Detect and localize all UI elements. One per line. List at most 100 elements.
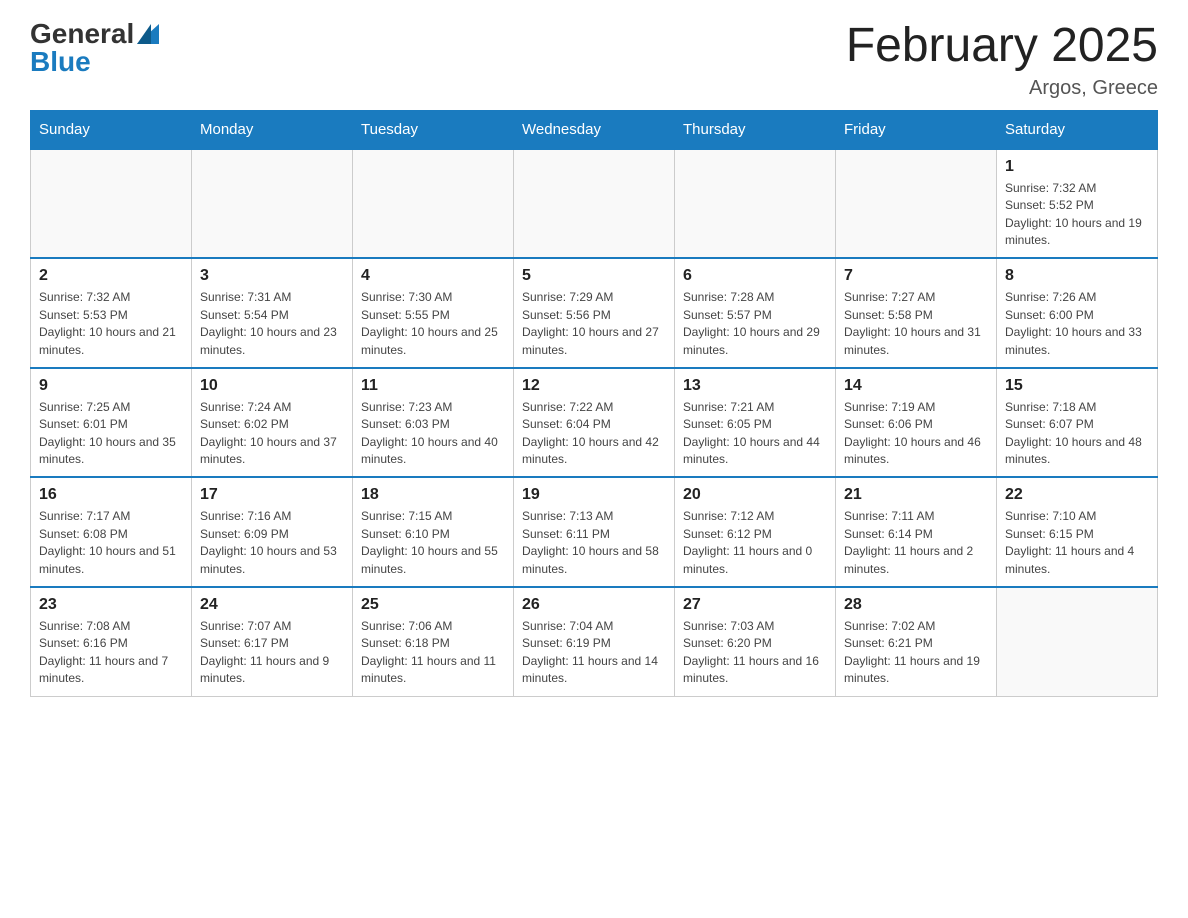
title-section: February 2025 Argos, Greece xyxy=(846,20,1158,100)
calendar-week-row: 2 Sunrise: 7:32 AMSunset: 5:53 PMDaylight… xyxy=(31,258,1158,368)
day-info: Sunrise: 7:02 AMSunset: 6:21 PMDaylight:… xyxy=(844,618,988,688)
day-number: 25 xyxy=(361,596,505,614)
day-info: Sunrise: 7:32 AMSunset: 5:53 PMDaylight:… xyxy=(39,289,183,359)
day-info: Sunrise: 7:06 AMSunset: 6:18 PMDaylight:… xyxy=(361,618,505,688)
day-number: 17 xyxy=(200,486,344,504)
calendar-cell: 15 Sunrise: 7:18 AMSunset: 6:07 PMDayligh… xyxy=(997,368,1158,478)
day-info: Sunrise: 7:32 AMSunset: 5:52 PMDaylight:… xyxy=(1005,180,1149,250)
day-info: Sunrise: 7:31 AMSunset: 5:54 PMDaylight:… xyxy=(200,289,344,359)
logo-general-text: General xyxy=(30,20,134,48)
calendar-cell: 27Sunrise: 7:03 AMSunset: 6:20 PMDayligh… xyxy=(675,587,836,696)
day-number: 9 xyxy=(39,377,183,395)
calendar-cell: 16 Sunrise: 7:17 AMSunset: 6:08 PMDayligh… xyxy=(31,477,192,587)
calendar-week-row: 1 Sunrise: 7:32 AMSunset: 5:52 PMDaylight… xyxy=(31,149,1158,259)
calendar-cell: 28 Sunrise: 7:02 AMSunset: 6:21 PMDayligh… xyxy=(836,587,997,696)
day-number: 8 xyxy=(1005,267,1149,285)
day-info: Sunrise: 7:18 AMSunset: 6:07 PMDaylight:… xyxy=(1005,399,1149,469)
day-number: 5 xyxy=(522,267,666,285)
calendar-cell: 23 Sunrise: 7:08 AMSunset: 6:16 PMDayligh… xyxy=(31,587,192,696)
calendar-cell: 9 Sunrise: 7:25 AMSunset: 6:01 PMDaylight… xyxy=(31,368,192,478)
calendar-cell xyxy=(997,587,1158,696)
day-number: 23 xyxy=(39,596,183,614)
calendar-table: SundayMondayTuesdayWednesdayThursdayFrid… xyxy=(30,110,1158,697)
weekday-header-tuesday: Tuesday xyxy=(353,110,514,149)
calendar-week-row: 9 Sunrise: 7:25 AMSunset: 6:01 PMDaylight… xyxy=(31,368,1158,478)
logo: General Blue xyxy=(30,20,159,76)
calendar-cell: 18 Sunrise: 7:15 AMSunset: 6:10 PMDayligh… xyxy=(353,477,514,587)
day-number: 6 xyxy=(683,267,827,285)
calendar-cell: 3 Sunrise: 7:31 AMSunset: 5:54 PMDaylight… xyxy=(192,258,353,368)
day-number: 13 xyxy=(683,377,827,395)
calendar-week-row: 16 Sunrise: 7:17 AMSunset: 6:08 PMDayligh… xyxy=(31,477,1158,587)
day-info: Sunrise: 7:04 AMSunset: 6:19 PMDaylight:… xyxy=(522,618,666,688)
day-number: 28 xyxy=(844,596,988,614)
calendar-cell: 21 Sunrise: 7:11 AMSunset: 6:14 PMDayligh… xyxy=(836,477,997,587)
day-info: Sunrise: 7:21 AMSunset: 6:05 PMDaylight:… xyxy=(683,399,827,469)
day-number: 26 xyxy=(522,596,666,614)
day-info: Sunrise: 7:22 AMSunset: 6:04 PMDaylight:… xyxy=(522,399,666,469)
day-info: Sunrise: 7:12 AMSunset: 6:12 PMDaylight:… xyxy=(683,508,827,578)
weekday-header-thursday: Thursday xyxy=(675,110,836,149)
calendar-week-row: 23 Sunrise: 7:08 AMSunset: 6:16 PMDayligh… xyxy=(31,587,1158,696)
logo-blue-text: Blue xyxy=(30,48,91,76)
day-number: 15 xyxy=(1005,377,1149,395)
day-info: Sunrise: 7:26 AMSunset: 6:00 PMDaylight:… xyxy=(1005,289,1149,359)
day-info: Sunrise: 7:08 AMSunset: 6:16 PMDaylight:… xyxy=(39,618,183,688)
day-number: 2 xyxy=(39,267,183,285)
calendar-cell: 20 Sunrise: 7:12 AMSunset: 6:12 PMDayligh… xyxy=(675,477,836,587)
calendar-cell: 10 Sunrise: 7:24 AMSunset: 6:02 PMDayligh… xyxy=(192,368,353,478)
day-number: 7 xyxy=(844,267,988,285)
weekday-header-wednesday: Wednesday xyxy=(514,110,675,149)
day-number: 24 xyxy=(200,596,344,614)
day-info: Sunrise: 7:10 AMSunset: 6:15 PMDaylight:… xyxy=(1005,508,1149,578)
calendar-header-row: SundayMondayTuesdayWednesdayThursdayFrid… xyxy=(31,110,1158,149)
day-info: Sunrise: 7:19 AMSunset: 6:06 PMDaylight:… xyxy=(844,399,988,469)
day-number: 18 xyxy=(361,486,505,504)
calendar-cell xyxy=(192,149,353,259)
day-info: Sunrise: 7:24 AMSunset: 6:02 PMDaylight:… xyxy=(200,399,344,469)
calendar-cell: 25 Sunrise: 7:06 AMSunset: 6:18 PMDayligh… xyxy=(353,587,514,696)
day-number: 11 xyxy=(361,377,505,395)
day-number: 16 xyxy=(39,486,183,504)
calendar-cell: 7 Sunrise: 7:27 AMSunset: 5:58 PMDaylight… xyxy=(836,258,997,368)
calendar-cell: 12 Sunrise: 7:22 AMSunset: 6:04 PMDayligh… xyxy=(514,368,675,478)
calendar-cell: 24 Sunrise: 7:07 AMSunset: 6:17 PMDayligh… xyxy=(192,587,353,696)
day-info: Sunrise: 7:28 AMSunset: 5:57 PMDaylight:… xyxy=(683,289,827,359)
day-info: Sunrise: 7:23 AMSunset: 6:03 PMDaylight:… xyxy=(361,399,505,469)
day-info: Sunrise: 7:07 AMSunset: 6:17 PMDaylight:… xyxy=(200,618,344,688)
calendar-cell xyxy=(353,149,514,259)
day-number: 12 xyxy=(522,377,666,395)
weekday-header-friday: Friday xyxy=(836,110,997,149)
calendar-cell: 17 Sunrise: 7:16 AMSunset: 6:09 PMDayligh… xyxy=(192,477,353,587)
day-number: 14 xyxy=(844,377,988,395)
day-info: Sunrise: 7:03 AMSunset: 6:20 PMDaylight:… xyxy=(683,618,827,688)
calendar-cell: 2 Sunrise: 7:32 AMSunset: 5:53 PMDaylight… xyxy=(31,258,192,368)
day-info: Sunrise: 7:16 AMSunset: 6:09 PMDaylight:… xyxy=(200,508,344,578)
day-info: Sunrise: 7:29 AMSunset: 5:56 PMDaylight:… xyxy=(522,289,666,359)
page-header: General Blue February 2025 Argos, Greece xyxy=(30,20,1158,100)
day-number: 21 xyxy=(844,486,988,504)
calendar-cell: 1 Sunrise: 7:32 AMSunset: 5:52 PMDaylight… xyxy=(997,149,1158,259)
day-number: 20 xyxy=(683,486,827,504)
calendar-cell: 8 Sunrise: 7:26 AMSunset: 6:00 PMDaylight… xyxy=(997,258,1158,368)
day-info: Sunrise: 7:11 AMSunset: 6:14 PMDaylight:… xyxy=(844,508,988,578)
day-info: Sunrise: 7:25 AMSunset: 6:01 PMDaylight:… xyxy=(39,399,183,469)
month-title: February 2025 xyxy=(846,20,1158,73)
calendar-cell: 11 Sunrise: 7:23 AMSunset: 6:03 PMDayligh… xyxy=(353,368,514,478)
calendar-cell: 22 Sunrise: 7:10 AMSunset: 6:15 PMDayligh… xyxy=(997,477,1158,587)
day-number: 19 xyxy=(522,486,666,504)
day-number: 22 xyxy=(1005,486,1149,504)
weekday-header-sunday: Sunday xyxy=(31,110,192,149)
calendar-cell xyxy=(31,149,192,259)
weekday-header-saturday: Saturday xyxy=(997,110,1158,149)
day-info: Sunrise: 7:27 AMSunset: 5:58 PMDaylight:… xyxy=(844,289,988,359)
day-info: Sunrise: 7:15 AMSunset: 6:10 PMDaylight:… xyxy=(361,508,505,578)
weekday-header-monday: Monday xyxy=(192,110,353,149)
logo-icon xyxy=(137,24,159,44)
calendar-cell: 14 Sunrise: 7:19 AMSunset: 6:06 PMDayligh… xyxy=(836,368,997,478)
calendar-cell xyxy=(514,149,675,259)
day-info: Sunrise: 7:17 AMSunset: 6:08 PMDaylight:… xyxy=(39,508,183,578)
day-number: 1 xyxy=(1005,158,1149,176)
day-number: 10 xyxy=(200,377,344,395)
day-number: 3 xyxy=(200,267,344,285)
